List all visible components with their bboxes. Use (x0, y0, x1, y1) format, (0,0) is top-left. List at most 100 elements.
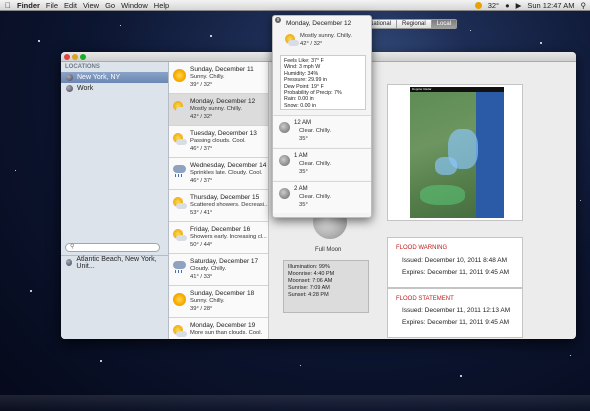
spotlight-icon[interactable]: ⚲ (581, 1, 587, 10)
weather-status-icon[interactable] (474, 2, 482, 9)
radar-precip (420, 185, 465, 205)
apple-menu-icon[interactable]:  (0, 1, 17, 10)
menu-clock[interactable]: Sun 12:47 AM (527, 1, 574, 10)
volume-icon[interactable]: ▶ (516, 1, 522, 10)
day-title: Monday, December 12 (190, 98, 256, 105)
moon-stats: Illumination: 99% Moonrise: 4:40 PM Moon… (283, 260, 369, 313)
forecast-day-row[interactable]: Wednesday, December 14 Sprinkles late. C… (169, 158, 268, 190)
forecast-day-row-selected[interactable]: Monday, December 12 Mostly sunny. Chilly… (169, 94, 268, 126)
day-title: Sunday, December 11 (190, 66, 254, 73)
hourly-row[interactable]: 12 AM Clear. Chilly. 35° (273, 115, 371, 147)
forecast-day-row[interactable]: Sunday, December 18 Sunny. Chilly. 39° /… (169, 286, 268, 318)
star (570, 355, 571, 356)
alert-flood-warning[interactable]: FLOOD WARNING Issued: December 10, 2011 … (387, 237, 523, 288)
forecast-list: Sunday, December 11 Sunny. Chilly. 39° /… (169, 62, 269, 339)
menu-edit[interactable]: Edit (64, 1, 83, 10)
sun-cloud-icon (173, 229, 187, 242)
day-temps: 39° / 28° (190, 306, 213, 312)
search-input[interactable]: ⚲ (65, 243, 160, 252)
close-window-icon[interactable] (64, 54, 70, 60)
star (460, 375, 462, 377)
popover-description: Mostly sunny. Chilly. (300, 33, 352, 39)
sun-icon (173, 293, 186, 306)
sidebar: LOCATIONS New York, NY Work ⚲ Atlantic B… (61, 62, 169, 339)
radar-precip (435, 157, 457, 175)
star (540, 42, 542, 44)
menu-file[interactable]: File (46, 1, 64, 10)
day-title: Tuesday, December 13 (190, 130, 257, 137)
day-description: Showers early. Increasing cl... (190, 234, 267, 240)
forecast-day-row[interactable]: Sunday, December 11 Sunny. Chilly. 39° /… (169, 62, 268, 94)
sun-cloud-icon (173, 133, 187, 146)
day-detail-popover: x Monday, December 12 Mostly sunny. Chil… (272, 15, 372, 218)
star (120, 25, 121, 26)
moon-icon (279, 188, 290, 199)
sun-cloud-icon (173, 325, 187, 338)
sun-cloud-icon (173, 101, 187, 114)
popover-title: Monday, December 12 (286, 20, 352, 27)
moon-stat: Moonset: 7:06 AM (288, 278, 333, 284)
day-title: Saturday, December 17 (190, 258, 259, 265)
sun-cloud-icon (285, 34, 299, 46)
sun-icon (173, 69, 186, 82)
radar-panel: Doppler Radar (387, 84, 523, 221)
menu-bar:  Finder File Edit View Go Window Help 3… (0, 0, 590, 11)
menu-go[interactable]: Go (105, 1, 121, 10)
moon-stat: Moonrise: 4:40 PM (288, 271, 335, 277)
menu-view[interactable]: View (83, 1, 105, 10)
star (15, 170, 16, 171)
status-area: 32° ● ▶ Sun 12:47 AM ⚲ (474, 0, 587, 11)
alert-title: FLOOD STATEMENT (396, 296, 454, 302)
forecast-day-row[interactable]: Friday, December 16 Showers early. Incre… (169, 222, 268, 254)
popover-temps: 42° / 32° (300, 41, 323, 47)
day-description: More sun than clouds. Cool. (190, 330, 263, 336)
forecast-day-row[interactable]: Saturday, December 17 Cloudy. Chilly. 41… (169, 254, 268, 286)
moon-icon (279, 155, 290, 166)
forecast-day-row[interactable]: Tuesday, December 13 Passing clouds. Coo… (169, 126, 268, 158)
alert-flood-statement[interactable]: FLOOD STATEMENT Issued: December 11, 201… (387, 288, 523, 338)
sidebar-item-label: New York, NY (77, 74, 121, 81)
popover-details: Feels Like: 37° F Wind: 3 mph W Humidity… (280, 55, 366, 110)
sidebar-item-label: Atlantic Beach, New York, Unit... (76, 255, 157, 270)
day-title: Friday, December 16 (190, 226, 251, 233)
zoom-window-icon[interactable] (80, 54, 86, 60)
star (100, 360, 102, 362)
moon-stat: Sunset: 4:28 PM (288, 292, 329, 298)
minimize-window-icon[interactable] (72, 54, 78, 60)
map-scope-segmented-control: National Regional Local (363, 19, 458, 29)
hour-time: 2 AM (294, 186, 308, 192)
day-description: Mostly sunny. Chilly. (190, 106, 242, 112)
forecast-day-row[interactable]: Monday, December 19 More sun than clouds… (169, 318, 268, 339)
day-description: Sunny. Chilly. (190, 298, 225, 304)
tab-local[interactable]: Local (431, 20, 457, 28)
close-icon[interactable]: x (275, 17, 281, 23)
forecast-day-row[interactable]: Thursday, December 15 Scattered showers.… (169, 190, 268, 222)
day-title: Sunday, December 18 (190, 290, 255, 297)
sidebar-header: LOCATIONS (65, 64, 100, 70)
moon-stat: Sunrise: 7:09 AM (288, 285, 330, 291)
sidebar-item-work[interactable]: Work (61, 83, 168, 94)
menu-window[interactable]: Window (121, 1, 154, 10)
menu-app-finder[interactable]: Finder (17, 1, 46, 10)
star (38, 40, 40, 42)
day-temps: 41° / 33° (190, 274, 213, 280)
hourly-row[interactable]: 2 AM Clear. Chilly. 35° (273, 181, 371, 213)
radar-map[interactable]: Doppler Radar (410, 87, 504, 218)
wifi-icon[interactable]: ● (505, 1, 510, 10)
day-temps: 46° / 37° (190, 146, 213, 152)
hourly-row[interactable]: 1 AM Clear. Chilly. 35° (273, 148, 371, 180)
rain-icon (173, 261, 186, 274)
star (210, 35, 212, 37)
hour-temp: 35° (299, 169, 308, 175)
day-title: Wednesday, December 14 (190, 162, 267, 169)
menu-help[interactable]: Help (154, 1, 175, 10)
tab-regional[interactable]: Regional (397, 20, 432, 28)
star (30, 290, 32, 292)
weather-status-temp[interactable]: 32° (488, 1, 499, 10)
sidebar-item-new-york[interactable]: New York, NY (61, 72, 168, 83)
alert-expires: Expires: December 11, 2011 9:45 AM (402, 319, 510, 326)
sidebar-item-atlantic-beach[interactable]: Atlantic Beach, New York, Unit... (61, 255, 168, 270)
day-title: Thursday, December 15 (190, 194, 260, 201)
hour-time: 1 AM (294, 153, 308, 159)
alert-expires: Expires: December 11, 2011 9:45 AM (402, 269, 510, 276)
